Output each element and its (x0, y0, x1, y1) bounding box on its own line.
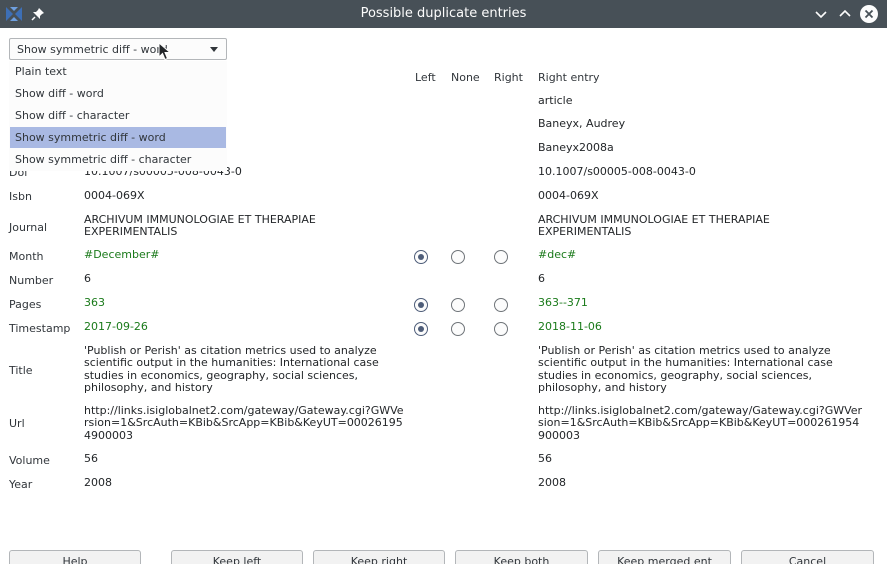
window-titlebar: Possible duplicate entries (0, 0, 887, 28)
header-left: Left (415, 71, 436, 84)
diff-mode-select[interactable]: Show symmetric diff - word (9, 38, 227, 60)
right-key: Baneyx2008a (538, 141, 614, 154)
left-journal: ARCHIVUM IMMUNOLOGIAE ET THERAPIAE EXPER… (84, 213, 316, 239)
timestamp-right-radio[interactable] (494, 322, 508, 336)
window-title: Possible duplicate entries (360, 6, 527, 21)
right-timestamp: 2018-11-06 (538, 320, 602, 333)
month-left-radio[interactable] (414, 250, 428, 264)
dropdown-arrow-icon (210, 47, 218, 52)
right-journal: ARCHIVUM IMMUNOLOGIAE ET THERAPIAE EXPER… (538, 213, 770, 239)
header-none: None (451, 71, 480, 84)
field-label-month: Month (9, 250, 44, 263)
right-year: 2008 (538, 476, 566, 489)
field-label-journal: Journal (9, 221, 48, 234)
keep-left-button[interactable]: Keep left (171, 550, 303, 564)
option-plain-text[interactable]: Plain text (10, 61, 226, 82)
close-icon (864, 9, 874, 19)
pages-none-radio[interactable] (451, 298, 465, 312)
header-right-entry: Right entry (538, 71, 600, 84)
left-isbn: 0004-069X (84, 189, 145, 202)
option-diff-word[interactable]: Show diff - word (10, 83, 226, 104)
help-button[interactable]: Help (9, 550, 141, 564)
option-diff-character[interactable]: Show diff - character (10, 105, 226, 126)
diff-mode-dropdown-list: Plain text Show diff - word Show diff - … (9, 61, 227, 171)
right-title: 'Publish or Perish' as citation metrics … (538, 344, 833, 394)
left-timestamp: 2017-09-26 (84, 320, 148, 333)
pages-right-radio[interactable] (494, 298, 508, 312)
timestamp-none-radio[interactable] (451, 322, 465, 336)
option-symmetric-diff-word[interactable]: Show symmetric diff - word (10, 127, 226, 148)
left-month: #December# (84, 248, 160, 261)
right-author: Baneyx, Audrey (538, 117, 626, 130)
maximize-chevron-icon[interactable] (837, 6, 853, 22)
right-doi: 10.1007/s00005-008-0043-0 (538, 165, 696, 178)
right-entry-type: article (538, 94, 573, 107)
left-url: http://links.isiglobalnet2.com/gateway/G… (84, 404, 404, 442)
month-right-radio[interactable] (494, 250, 508, 264)
field-label-timestamp: Timestamp (9, 322, 71, 335)
pages-left-radio[interactable] (414, 298, 428, 312)
right-month: #dec# (538, 248, 577, 261)
header-right: Right (494, 71, 523, 84)
right-volume: 56 (538, 452, 552, 465)
field-label-volume: Volume (9, 454, 50, 467)
mouse-cursor-icon (158, 42, 172, 61)
right-isbn: 0004-069X (538, 189, 599, 202)
timestamp-left-radio[interactable] (414, 322, 428, 336)
cancel-button[interactable]: Cancel (741, 550, 874, 564)
left-year: 2008 (84, 476, 112, 489)
right-url: http://links.isiglobalnet2.com/gateway/G… (538, 404, 863, 442)
keep-both-button[interactable]: Keep both (455, 550, 588, 564)
left-number: 6 (84, 272, 91, 285)
left-title: 'Publish or Perish' as citation metrics … (84, 344, 379, 394)
right-pages: 363--371 (538, 296, 588, 309)
field-label-pages: Pages (9, 298, 42, 311)
close-button[interactable] (860, 5, 878, 23)
left-pages: 363 (84, 296, 105, 309)
left-volume: 56 (84, 452, 98, 465)
keep-merged-button[interactable]: Keep merged ent (598, 550, 731, 564)
minimize-chevron-icon[interactable] (813, 6, 829, 22)
keep-right-button[interactable]: Keep right (313, 550, 445, 564)
field-label-title: Title (9, 364, 33, 377)
month-none-radio[interactable] (451, 250, 465, 264)
field-label-url: Url (9, 417, 25, 430)
option-symmetric-diff-character[interactable]: Show symmetric diff - character (10, 149, 226, 170)
field-label-year: Year (9, 478, 33, 491)
right-number: 6 (538, 272, 545, 285)
field-label-number: Number (9, 274, 54, 287)
field-label-isbn: Isbn (9, 190, 32, 203)
diff-mode-selected-value: Show symmetric diff - word (17, 43, 168, 56)
